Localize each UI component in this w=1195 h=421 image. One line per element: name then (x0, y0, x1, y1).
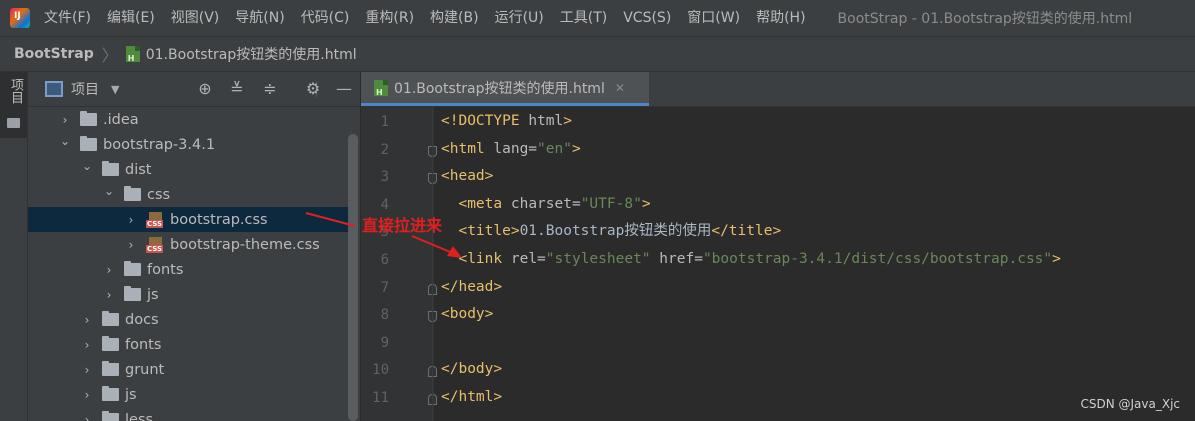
annotation-arrow-line-2 (411, 235, 456, 255)
annotation-arrows (305, 212, 462, 258)
annotation-arrow-line-1 (305, 212, 356, 227)
watermark: CSDN @Java_Xjc (1080, 397, 1180, 411)
annotation-text: 直接拉进来 (362, 216, 443, 235)
